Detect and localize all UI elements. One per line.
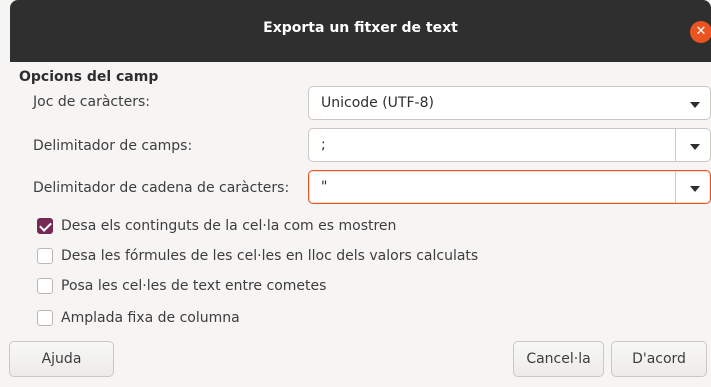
option-label: Amplada fixa de columna xyxy=(61,310,240,326)
divider xyxy=(675,129,676,161)
window-title: Exporta un fitxer de text xyxy=(263,20,458,36)
help-button[interactable]: Ajuda xyxy=(9,341,114,377)
chevron-down-icon[interactable] xyxy=(690,186,700,192)
field-delimiter-value[interactable]: ; xyxy=(321,137,326,153)
option-label: Posa les cel·les de text entre cometes xyxy=(61,278,327,294)
export-text-dialog: Opcions del camp Joc de caràcters: Unico… xyxy=(9,62,711,387)
checkbox[interactable] xyxy=(37,278,53,294)
checkbox[interactable] xyxy=(37,248,53,264)
field-delimiter-label: Delimitador de camps: xyxy=(33,138,193,154)
title-bar: Exporta un fitxer de text ✕ xyxy=(10,0,711,62)
charset-select[interactable]: Unicode (UTF-8) xyxy=(308,86,711,120)
field-delimiter-combo[interactable]: ; xyxy=(308,128,711,162)
divider xyxy=(675,171,676,203)
checkbox[interactable] xyxy=(37,310,53,326)
charset-value: Unicode (UTF-8) xyxy=(321,95,434,111)
option-save-as-shown[interactable]: Desa els continguts de la cel·la com es … xyxy=(37,218,396,234)
cancel-button[interactable]: Cancel·la xyxy=(513,341,604,377)
ok-button[interactable]: D'acord xyxy=(611,341,707,377)
string-delimiter-label: Delimitador de cadena de caràcters: xyxy=(33,180,290,196)
option-save-formulas[interactable]: Desa les fórmules de les cel·les en lloc… xyxy=(37,248,478,264)
string-delimiter-combo[interactable]: " xyxy=(308,170,711,204)
string-delimiter-value[interactable]: " xyxy=(321,179,327,195)
chevron-down-icon xyxy=(690,102,700,108)
chevron-down-icon[interactable] xyxy=(690,144,700,150)
charset-label: Joc de caràcters: xyxy=(33,94,150,110)
close-icon[interactable]: ✕ xyxy=(690,21,711,43)
option-label: Desa les fórmules de les cel·les en lloc… xyxy=(61,248,479,264)
option-fixed-width[interactable]: Amplada fixa de columna xyxy=(37,310,240,326)
option-quote-text[interactable]: Posa les cel·les de text entre cometes xyxy=(37,278,326,294)
section-title: Opcions del camp xyxy=(19,69,159,85)
option-label: Desa els continguts de la cel·la com es … xyxy=(61,218,397,234)
checkbox[interactable] xyxy=(37,218,53,234)
